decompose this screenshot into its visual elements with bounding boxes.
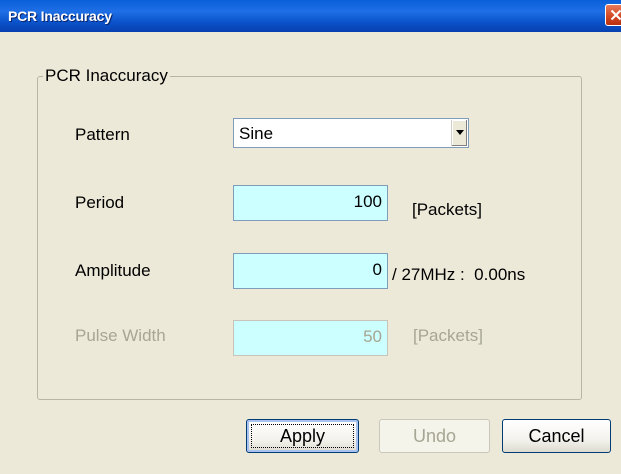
close-icon	[610, 9, 621, 21]
cancel-button-label: Cancel	[528, 426, 585, 446]
title-bar[interactable]: PCR Inaccuracy	[0, 0, 621, 32]
undo-button: Undo	[379, 419, 490, 453]
undo-button-label: Undo	[412, 426, 457, 446]
close-button[interactable]	[605, 4, 621, 26]
cancel-button[interactable]: Cancel	[502, 419, 611, 453]
focus-ring	[251, 424, 354, 448]
group-legend: PCR Inaccuracy	[43, 66, 170, 86]
window-title: PCR Inaccuracy	[8, 8, 112, 24]
pattern-dropdown-button[interactable]	[451, 120, 467, 146]
dialog-window: PCR Inaccuracy PCR Inaccuracy Pattern Si…	[0, 0, 621, 474]
pattern-select[interactable]: Sine	[233, 118, 469, 148]
pattern-label: Pattern	[75, 125, 130, 144]
period-unit: [Packets]	[412, 200, 482, 219]
pulse-width-label: Pulse Width	[75, 326, 166, 345]
period-input[interactable]: 100	[233, 185, 388, 221]
period-label: Period	[75, 193, 125, 212]
pulse-width-input: 50	[233, 320, 388, 356]
amplitude-input[interactable]: 0	[233, 253, 388, 289]
pattern-selected-value: Sine	[239, 124, 274, 143]
pulse-width-unit: [Packets]	[413, 326, 483, 345]
amplitude-suffix: / 27MHz : 0.00ns	[392, 265, 526, 284]
amplitude-label: Amplitude	[75, 261, 151, 280]
apply-button[interactable]: Apply	[246, 419, 359, 453]
chevron-down-icon	[456, 130, 464, 135]
